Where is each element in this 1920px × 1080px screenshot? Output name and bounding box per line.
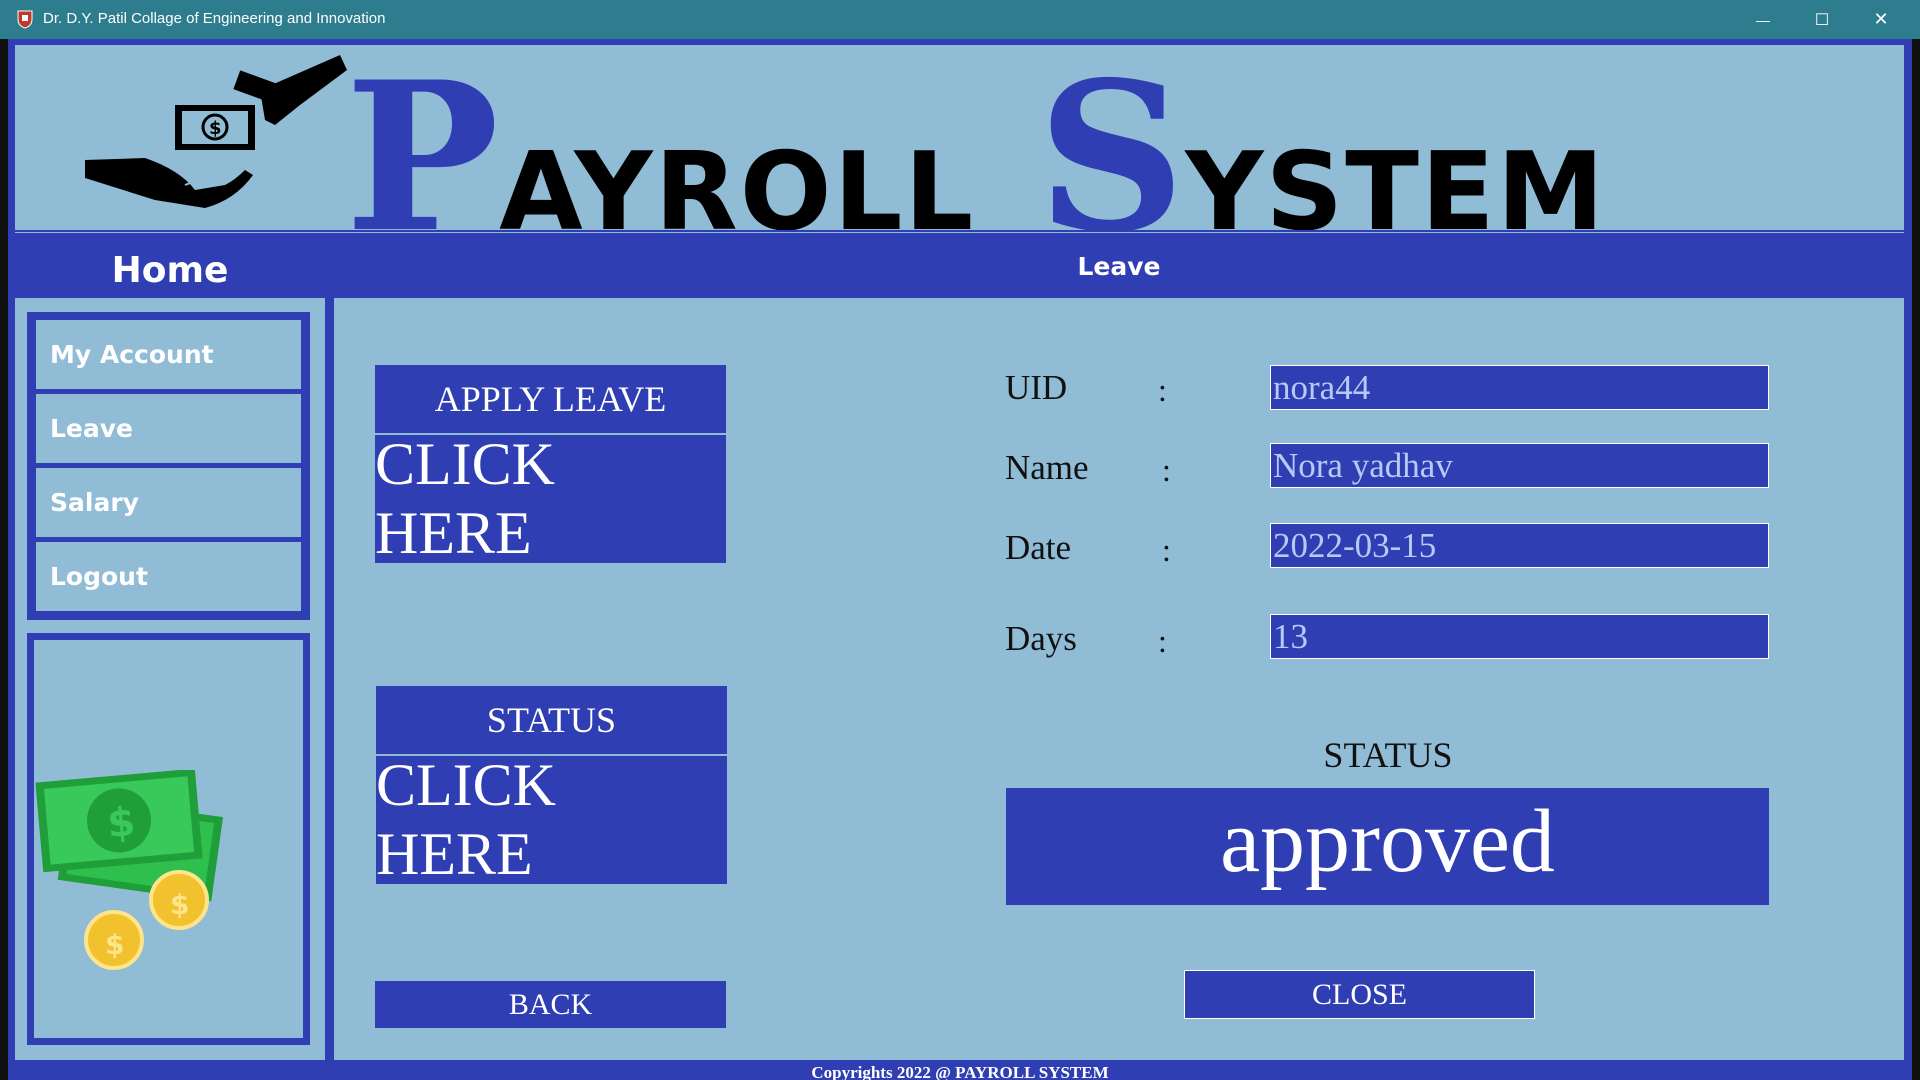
uid-colon: : bbox=[1158, 372, 1167, 408]
status-button[interactable]: STATUS bbox=[376, 686, 727, 756]
status-value: approved bbox=[1006, 788, 1769, 905]
uid-label: UID bbox=[1005, 368, 1068, 407]
maximize-icon: ☐ bbox=[1814, 11, 1830, 29]
date-label: Date bbox=[1005, 528, 1072, 567]
window-edge-left bbox=[0, 39, 8, 1080]
name-label: Name bbox=[1005, 448, 1089, 487]
header-divider bbox=[15, 230, 1904, 233]
svg-text:$: $ bbox=[209, 118, 222, 139]
status-card: STATUS CLICK HERE bbox=[376, 686, 727, 887]
status-click-here-button[interactable]: CLICK HERE bbox=[376, 752, 727, 887]
close-icon: ✕ bbox=[1873, 9, 1889, 29]
sidebar-nav: My Account Leave Salary Logout bbox=[27, 312, 310, 620]
money-illustration-box: $ $ $ bbox=[27, 633, 310, 1045]
svg-text:$: $ bbox=[105, 799, 137, 847]
back-button[interactable]: BACK bbox=[375, 981, 726, 1028]
sidebar-item-logout[interactable]: Logout bbox=[36, 542, 301, 611]
apply-leave-click-here-button[interactable]: CLICK HERE bbox=[375, 431, 726, 566]
logo-word-ystem: YSTEM bbox=[1185, 130, 1607, 255]
status-heading: STATUS bbox=[1323, 735, 1453, 775]
minimize-button[interactable]: — bbox=[1734, 0, 1792, 39]
window-edge-right bbox=[1912, 39, 1920, 1080]
sidebar-item-my-account[interactable]: My Account bbox=[36, 320, 301, 389]
maximize-button[interactable]: ☐ bbox=[1793, 0, 1851, 39]
date-colon: : bbox=[1162, 532, 1171, 568]
sidebar-divider bbox=[325, 242, 334, 1060]
close-window-button[interactable]: ✕ bbox=[1852, 0, 1910, 39]
footer: Copyrights 2022 @ PAYROLL SYSTEM bbox=[0, 1060, 1920, 1080]
copyright-text: Copyrights 2022 @ PAYROLL SYSTEM bbox=[811, 1063, 1109, 1080]
uid-field[interactable]: nora44 bbox=[1270, 365, 1769, 410]
sidebar-item-leave[interactable]: Leave bbox=[36, 394, 301, 463]
payment-hands-icon: $ bbox=[85, 55, 347, 208]
close-button[interactable]: CLOSE bbox=[1184, 970, 1535, 1019]
money-cash-icon: $ $ $ bbox=[35, 770, 224, 970]
days-label: Days bbox=[1005, 619, 1077, 658]
payroll-system-logo: PAYROLL SYSTEM bbox=[345, 56, 1606, 261]
svg-text:$: $ bbox=[105, 928, 124, 961]
apply-leave-button[interactable]: APPLY LEAVE bbox=[375, 365, 726, 435]
home-heading[interactable]: Home bbox=[15, 242, 325, 298]
svg-text:$: $ bbox=[170, 888, 189, 921]
days-colon: : bbox=[1158, 623, 1167, 659]
app-crest-icon bbox=[17, 10, 33, 29]
page-title: Leave bbox=[334, 242, 1904, 298]
apply-leave-card: APPLY LEAVE CLICK HERE bbox=[375, 365, 726, 566]
logo-word-ayroll: AYROLL bbox=[499, 130, 976, 255]
sidebar-item-salary[interactable]: Salary bbox=[36, 468, 301, 537]
app-header: $ PAYROLL SYSTEM bbox=[15, 45, 1904, 261]
days-field[interactable]: 13 bbox=[1270, 614, 1769, 659]
window-title: Dr. D.Y. Patil Collage of Engineering an… bbox=[43, 10, 386, 27]
name-colon: : bbox=[1162, 452, 1171, 488]
minimize-icon: — bbox=[1756, 11, 1770, 28]
title-bar: Dr. D.Y. Patil Collage of Engineering an… bbox=[0, 0, 1920, 39]
date-field[interactable]: 2022-03-15 bbox=[1270, 523, 1769, 568]
name-field[interactable]: Nora yadhav bbox=[1270, 443, 1769, 488]
